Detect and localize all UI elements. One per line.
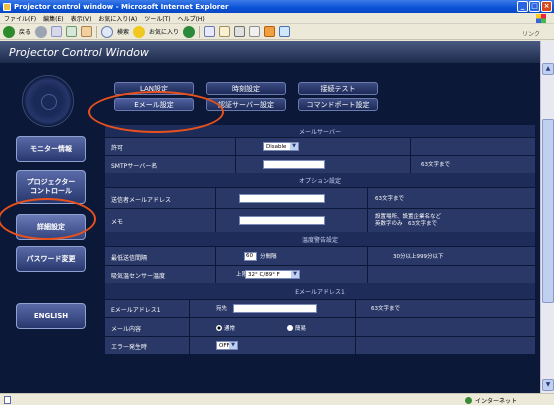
page-title: Projector Control Window	[9, 45, 149, 59]
window-title-bar[interactable]: Projector control window - Microsoft Int…	[0, 0, 554, 13]
chevron-down-icon: ▼	[291, 271, 299, 278]
search-label[interactable]: 検索	[117, 27, 129, 36]
media-icon[interactable]	[183, 25, 196, 38]
min-interval-input[interactable]: 60	[244, 252, 257, 261]
links-label[interactable]: リンク	[522, 29, 540, 38]
mail-icon[interactable]	[219, 26, 231, 37]
nav-detailed-settings[interactable]: 詳細設定	[16, 214, 86, 240]
forward-arrow-icon[interactable]	[35, 25, 48, 38]
minimize-button[interactable]: _	[517, 1, 528, 12]
tab-time-settings[interactable]: 時刻設定	[206, 82, 286, 95]
history-icon[interactable]	[204, 26, 216, 37]
security-zone: インターネット	[465, 396, 517, 405]
ie-icon	[3, 2, 11, 11]
edit-icon[interactable]	[249, 26, 261, 37]
back-label[interactable]: 戻る	[19, 27, 31, 36]
radio-normal[interactable]: 通常	[216, 324, 235, 332]
page-header: Projector Control Window	[0, 41, 540, 63]
tab-connection-test[interactable]: 接続テスト	[298, 82, 378, 95]
nav-password-change[interactable]: パスワード変更	[16, 246, 86, 272]
close-button[interactable]: ×	[541, 1, 552, 12]
row-error-occurrence: エラー発生時 OFF ▼	[105, 336, 535, 355]
tab-lan-settings[interactable]: LAN設定	[114, 82, 194, 95]
window-title: Projector control window - Microsoft Int…	[14, 2, 229, 11]
sender-address-input[interactable]	[239, 194, 325, 203]
page-icon	[4, 396, 11, 404]
favorites-star-icon[interactable]	[133, 25, 146, 38]
chevron-down-icon: ▼	[290, 143, 298, 150]
menu-bar: ファイル(F) 編集(E) 表示(V) お気に入り(A) ツール(T) ヘルプ(…	[0, 13, 554, 24]
search-icon[interactable]	[101, 25, 114, 38]
email-settings-form: メールサーバー 許可 Disable ▼ SMTPサーバー名 63文字まで オプシ…	[105, 125, 535, 393]
nav-monitor-info[interactable]: モニター情報	[16, 136, 86, 162]
row-intake-temperature: 吸気温センサー温度 上限 32° C/89° F ▼	[105, 265, 535, 284]
memo-input[interactable]	[239, 216, 325, 225]
status-bar: インターネット	[0, 393, 554, 405]
permit-select[interactable]: Disable ▼	[263, 142, 299, 151]
tab-auth-server-settings[interactable]: 認証サーバー設定	[206, 98, 286, 111]
radio-selected-icon	[216, 325, 222, 331]
scrollbar-thumb[interactable]	[542, 119, 554, 303]
menu-favorites[interactable]: お気に入り(A)	[98, 14, 137, 23]
toolbar: 戻る 検索 お気に入り リンク	[0, 24, 554, 40]
windows-logo-icon	[536, 14, 546, 23]
tab-command-port-settings[interactable]: コマンドポート設定	[298, 98, 378, 111]
nav-projector-control[interactable]: プロジェクター コントロール	[16, 170, 86, 204]
email-address-1-input[interactable]	[233, 304, 317, 313]
favorites-label[interactable]: お気に入り	[149, 27, 179, 36]
section-mail-server: メールサーバー	[105, 125, 535, 137]
internet-globe-icon	[465, 397, 472, 404]
chevron-down-icon: ▼	[229, 342, 237, 349]
print-icon[interactable]	[234, 26, 246, 37]
scroll-up-icon[interactable]: ▲	[542, 63, 554, 75]
section-options: オプション設定	[105, 173, 535, 187]
section-email-address-1: Eメールアドレス1	[105, 283, 535, 299]
maximize-button[interactable]: □	[529, 1, 540, 12]
tab-email-settings[interactable]: Eメール設定	[114, 98, 194, 111]
row-sender-address: 送信者メールアドレス 63文字まで	[105, 187, 535, 209]
vertical-scrollbar[interactable]: ▲ ▼	[540, 41, 554, 393]
menu-edit[interactable]: 編集(E)	[43, 14, 63, 23]
scroll-down-icon[interactable]: ▼	[542, 379, 554, 391]
menu-view[interactable]: 表示(V)	[71, 14, 92, 23]
row-email-address-1: Eメールアドレス1 宛先 63文字まで	[105, 299, 535, 318]
main-content: LAN設定 時刻設定 接続テスト Eメール設定 認証サーバー設定 コマンドポート…	[0, 63, 540, 393]
menu-file[interactable]: ファイル(F)	[4, 14, 36, 23]
radio-simple[interactable]: 簡易	[287, 324, 306, 332]
row-smtp-server: SMTPサーバー名 63文字まで	[105, 155, 535, 174]
row-min-interval: 最低送信間隔 60 分間隔 30分以上999分以下	[105, 246, 535, 266]
error-occurrence-select[interactable]: OFF ▼	[216, 341, 238, 350]
back-arrow-icon[interactable]	[3, 25, 15, 38]
intake-temp-select[interactable]: 32° C/89° F ▼	[245, 270, 300, 279]
stop-icon[interactable]	[51, 26, 63, 37]
menu-tools[interactable]: ツール(T)	[144, 14, 170, 23]
refresh-icon[interactable]	[66, 26, 78, 37]
discuss-icon[interactable]	[264, 26, 276, 37]
row-permit: 許可 Disable ▼	[105, 137, 535, 156]
row-mail-content: メール内容 通常 簡易	[105, 317, 535, 337]
smtp-server-input[interactable]	[263, 160, 325, 169]
section-temperature-warning: 温度警告設定	[105, 232, 535, 246]
messenger-icon[interactable]	[279, 26, 291, 37]
menu-help[interactable]: ヘルプ(H)	[178, 14, 205, 23]
radio-unselected-icon	[287, 325, 293, 331]
nav-english[interactable]: ENGLISH	[16, 303, 86, 329]
row-memo: メモ 設置場所、設置企業名など 英数字のみ 63文字まで	[105, 208, 535, 233]
projector-logo	[22, 75, 74, 127]
home-icon[interactable]	[81, 26, 93, 37]
